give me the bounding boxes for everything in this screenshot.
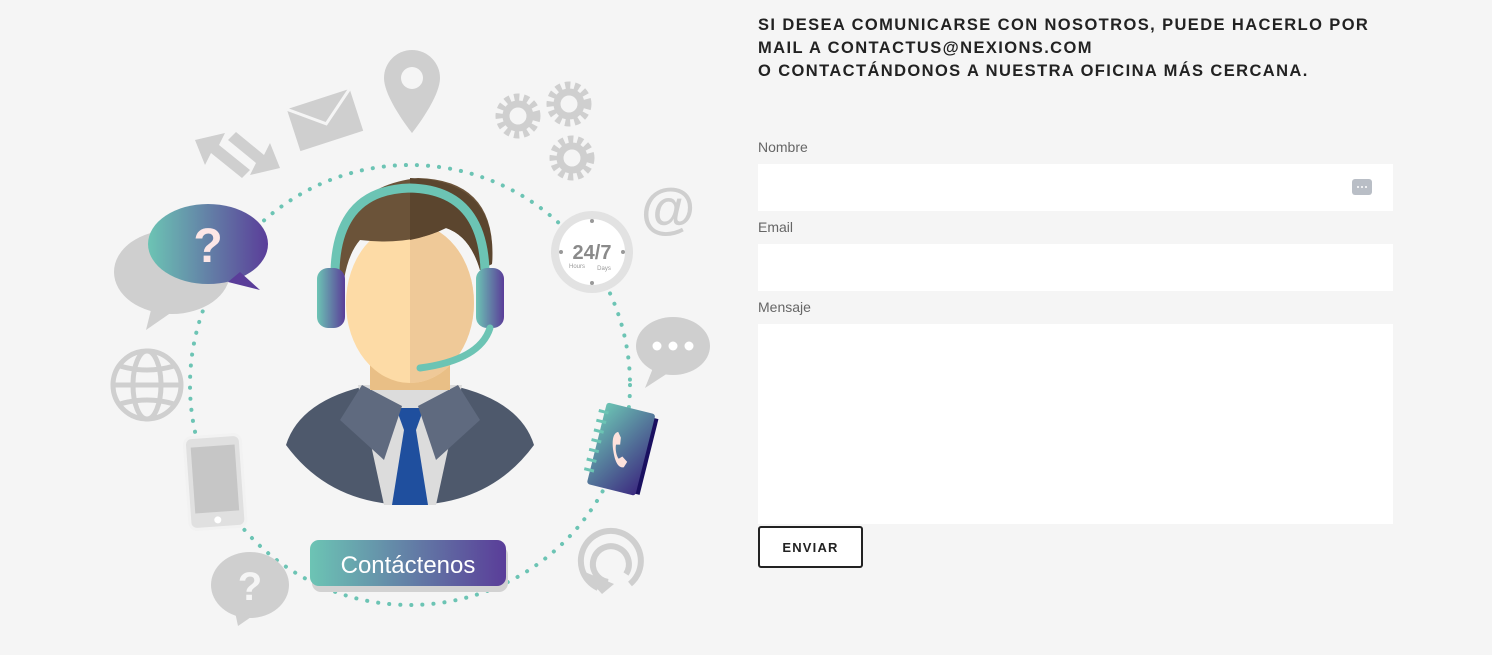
arrows-icon xyxy=(195,132,280,178)
message-label: Mensaje xyxy=(758,299,811,315)
at-sign-icon: @ xyxy=(641,176,696,239)
name-input[interactable] xyxy=(758,164,1393,211)
question-bubble-icon: ? xyxy=(114,204,268,330)
smartphone-icon xyxy=(182,433,248,531)
submit-button[interactable]: ENVIAR xyxy=(758,526,863,568)
svg-text:Days: Days xyxy=(597,266,611,272)
contact-intro: SI DESEA COMUNICARSE CON NOSOTROS, PUEDE… xyxy=(758,14,1393,83)
intro-line-2: MAIL A CONTACTUS@NEXIONS.COM xyxy=(758,39,1093,57)
contact-form: SI DESEA COMUNICARSE CON NOSOTROS, PUEDE… xyxy=(758,14,1393,568)
globe-icon xyxy=(110,348,184,422)
svg-text:?: ? xyxy=(193,220,222,273)
phone-book-icon xyxy=(583,402,659,496)
chat-dots-icon xyxy=(636,317,710,388)
contact-illustration: @ 24/7 Hours Days ? ? Contáctenos xyxy=(100,40,720,640)
message-textarea[interactable] xyxy=(758,324,1393,524)
intro-line-3: O CONTACTÁNDONOS A NUESTRA OFICINA MÁS C… xyxy=(758,62,1309,80)
name-label: Nombre xyxy=(758,139,808,155)
email-label: Email xyxy=(758,219,794,235)
phone-signal-icon xyxy=(577,527,644,594)
intro-line-1: SI DESEA COMUNICARSE CON NOSOTROS, PUEDE… xyxy=(758,16,1370,34)
svg-text:24/7: 24/7 xyxy=(573,242,612,264)
location-pin-icon xyxy=(384,50,440,133)
contactenos-badge: Contáctenos xyxy=(310,540,508,592)
help-bubble-icon: ? xyxy=(211,552,289,626)
svg-text:Hours: Hours xyxy=(569,264,585,270)
support-agent-illustration xyxy=(286,178,534,505)
badge-label: Contáctenos xyxy=(341,552,476,579)
svg-text:?: ? xyxy=(238,565,262,609)
autofill-icon[interactable] xyxy=(1352,179,1372,195)
envelope-icon xyxy=(286,88,364,152)
gears-icon xyxy=(495,81,595,181)
clock-24-7-icon: 24/7 Hours Days xyxy=(551,211,633,293)
email-input[interactable] xyxy=(758,244,1393,291)
